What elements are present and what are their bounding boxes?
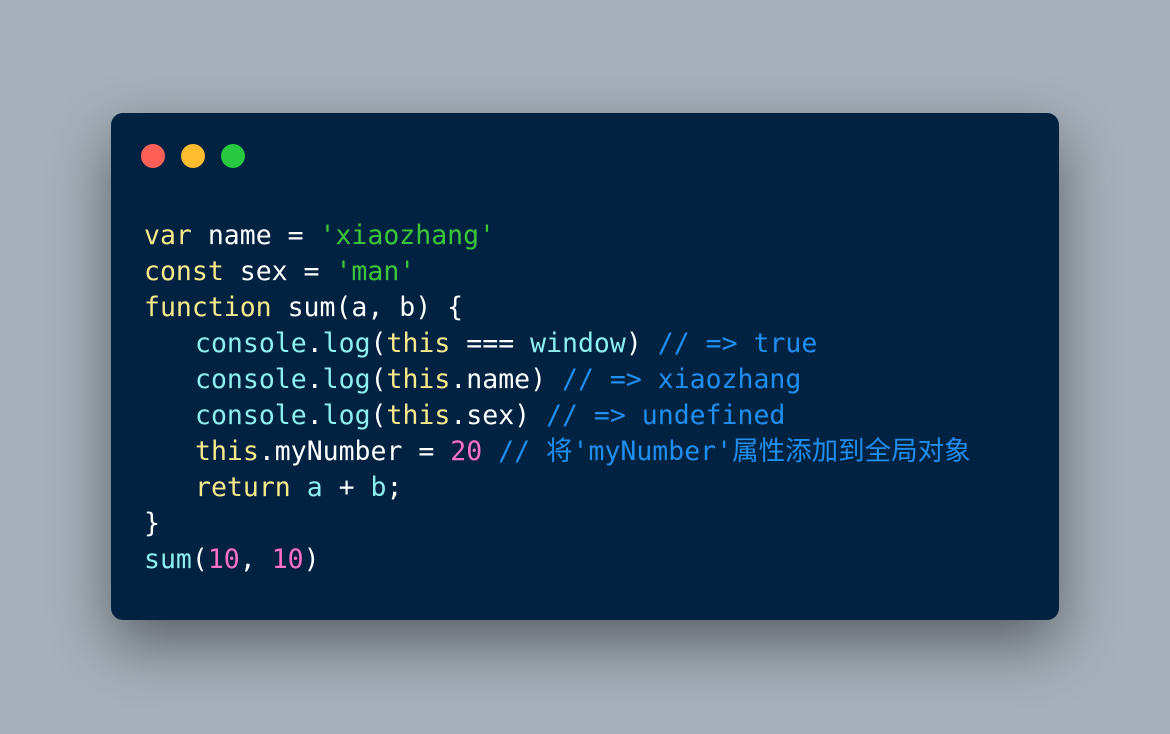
code-token-comment: // => undefined xyxy=(546,400,786,431)
code-token-method: console xyxy=(195,328,307,359)
code-line: const sex = 'man' xyxy=(144,254,971,290)
minimize-dot[interactable] xyxy=(181,144,205,168)
code-token-plain: ( xyxy=(370,328,387,359)
code-token-number: 20 xyxy=(450,436,483,467)
code-token-plain: ) xyxy=(303,544,320,575)
code-token-plain: .sex) xyxy=(450,400,547,431)
code-token-method: console xyxy=(195,400,307,431)
close-dot[interactable] xyxy=(141,144,165,168)
code-token-method: log xyxy=(322,328,371,359)
code-token-number: 10 xyxy=(207,544,240,575)
code-line: console.log(this === window) // => true xyxy=(144,326,971,362)
code-line: } xyxy=(144,506,971,542)
code-token-keyword: this xyxy=(386,328,451,359)
code-line: console.log(this.sex) // => undefined xyxy=(144,398,971,434)
maximize-dot[interactable] xyxy=(221,144,245,168)
code-token-plain: ( xyxy=(370,400,387,431)
code-token-plain: ( xyxy=(370,364,387,395)
code-token-method: window xyxy=(530,328,626,359)
code-token-plain: === xyxy=(450,328,531,359)
code-token-method: b xyxy=(370,472,387,503)
code-line: var name = 'xiaozhang' xyxy=(144,218,971,254)
code-window: var name = 'xiaozhang' const sex = 'man' f… xyxy=(111,113,1059,620)
code-token-keyword: var xyxy=(144,220,192,251)
code-line: return a + b; xyxy=(144,470,971,506)
code-line: console.log(this.name) // => xiaozhang xyxy=(144,362,971,398)
code-block: var name = 'xiaozhang' const sex = 'man' f… xyxy=(144,218,971,578)
code-token-comment: // => true xyxy=(657,328,818,359)
code-token-keyword: const xyxy=(144,256,224,287)
code-token-keyword: this xyxy=(386,364,451,395)
page-background: { "window": { "background": "#012241", "… xyxy=(0,0,1170,734)
code-token-plain: name = xyxy=(191,220,320,251)
code-token-method: log xyxy=(322,364,371,395)
code-token-method: a xyxy=(306,472,323,503)
code-token-comment: // 将'myNumber'属性添加到全局对象 xyxy=(498,436,971,467)
code-token-plain: .name) xyxy=(450,364,563,395)
code-line: function sum(a, b) { xyxy=(144,290,971,326)
code-token-keyword: function xyxy=(144,292,272,323)
code-token-string: 'man' xyxy=(335,256,416,287)
code-token-comment: // => xiaozhang xyxy=(562,364,802,395)
code-token-plain: sex = xyxy=(223,256,336,287)
code-token-method: log xyxy=(322,400,371,431)
code-token-string: 'xiaozhang' xyxy=(319,220,496,251)
code-token-number: 10 xyxy=(271,544,304,575)
code-token-plain: .myNumber = xyxy=(258,436,451,467)
code-token-plain: ) xyxy=(625,328,658,359)
code-token-method: sum xyxy=(144,544,192,575)
code-token-plain: ; xyxy=(386,472,403,503)
code-line: sum(10, 10) xyxy=(144,542,971,578)
code-line: this.myNumber = 20 // 将'myNumber'属性添加到全局… xyxy=(144,434,971,470)
code-token-plain: ( xyxy=(191,544,208,575)
code-token-plain: , xyxy=(239,544,272,575)
code-token-keyword: return xyxy=(195,472,291,503)
code-token-plain: } xyxy=(144,508,160,539)
code-token-plain: . xyxy=(306,400,323,431)
code-token-plain: + xyxy=(322,472,371,503)
code-token-plain: sum(a, b) { xyxy=(271,292,464,323)
code-token-method: console xyxy=(195,364,307,395)
code-token-keyword: this xyxy=(386,400,451,431)
code-token-keyword: this xyxy=(195,436,259,467)
code-token-plain: . xyxy=(306,364,323,395)
code-token-plain: . xyxy=(306,328,323,359)
